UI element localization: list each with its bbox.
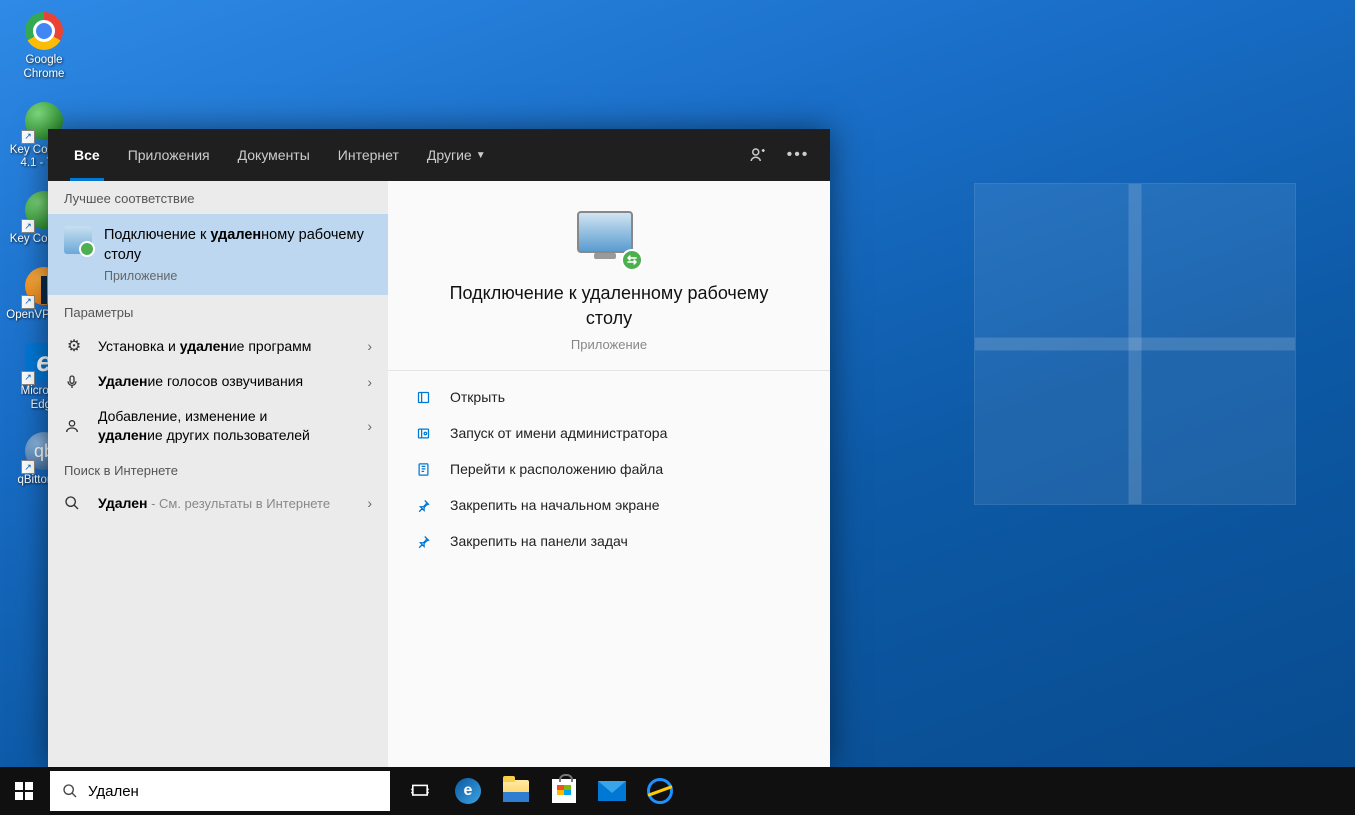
search-tabs: Все Приложения Документы Интернет Другие… [48, 129, 830, 181]
chevron-right-icon: › [367, 374, 372, 390]
rdp-large-icon: ⇆ [577, 211, 641, 265]
action-label: Запуск от имени администратора [450, 425, 667, 441]
setting-label: Удаление голосов озвучивания [98, 372, 353, 391]
detail-subtitle: Приложение [408, 337, 810, 352]
action-label: Перейти к расположению файла [450, 461, 663, 477]
action-label: Открыть [450, 389, 505, 405]
taskbar: e [0, 767, 1355, 815]
setting-label: Установка и удаление программ [98, 337, 353, 356]
section-settings: Параметры [48, 295, 388, 328]
taskbar-explorer[interactable] [492, 767, 540, 815]
rdp-icon [64, 226, 92, 254]
action-run-admin[interactable]: Запуск от имени администратора [388, 415, 830, 451]
setting-remove-voices[interactable]: Удаление голосов озвучивания › [48, 364, 388, 399]
tab-internet[interactable]: Интернет [324, 129, 413, 181]
search-icon [62, 783, 78, 799]
setting-install-uninstall[interactable]: ⚙ Установка и удаление программ › [48, 328, 388, 364]
open-icon [416, 390, 434, 405]
section-best-match: Лучшее соответствие [48, 181, 388, 214]
shield-icon [416, 426, 434, 441]
best-match-result[interactable]: Подключение к удаленному рабочему столу … [48, 214, 388, 295]
web-search-result[interactable]: Удален - См. результаты в Интернете › [48, 486, 388, 521]
taskbar-store[interactable] [540, 767, 588, 815]
pin-icon [416, 534, 434, 549]
search-icon [64, 495, 84, 511]
taskbar-edge[interactable]: e [444, 767, 492, 815]
desktop-icon-label: Google Chrome [6, 54, 82, 82]
action-label: Закрепить на начальном экране [450, 497, 660, 513]
chevron-down-icon: ▼ [476, 150, 486, 161]
action-file-location[interactable]: Перейти к расположению файла [388, 451, 830, 487]
tab-all[interactable]: Все [60, 129, 114, 181]
action-pin-taskbar[interactable]: Закрепить на панели задач [388, 523, 830, 559]
taskbar-ie[interactable] [636, 767, 684, 815]
desktop-icon-chrome[interactable]: Google Chrome [4, 10, 84, 82]
chevron-right-icon: › [367, 495, 372, 511]
task-view-button[interactable] [396, 767, 444, 815]
taskbar-mail[interactable] [588, 767, 636, 815]
more-icon[interactable]: ••• [778, 135, 818, 175]
tab-docs[interactable]: Документы [224, 129, 324, 181]
user-icon [64, 418, 84, 434]
web-label: Удален - См. результаты в Интернете [98, 494, 353, 513]
folder-icon [416, 462, 434, 477]
action-pin-start[interactable]: Закрепить на начальном экране [388, 487, 830, 523]
setting-label: Добавление, изменение иудаление других п… [98, 407, 353, 445]
action-open[interactable]: Открыть [388, 379, 830, 415]
detail-title: Подключение к удаленному рабочему столу [439, 281, 779, 331]
feedback-icon[interactable] [738, 135, 778, 175]
best-match-subtitle: Приложение [104, 269, 372, 283]
search-input[interactable] [88, 783, 378, 800]
setting-user-accounts[interactable]: Добавление, изменение иудаление других п… [48, 399, 388, 453]
chevron-right-icon: › [367, 338, 372, 354]
tab-apps[interactable]: Приложения [114, 129, 224, 181]
tab-other[interactable]: Другие▼ [413, 129, 500, 181]
taskbar-search[interactable] [50, 771, 390, 811]
best-match-title: Подключение к удаленному рабочему столу [104, 226, 372, 265]
search-detail-pane: ⇆ Подключение к удаленному рабочему стол… [388, 181, 830, 767]
search-results-list: Лучшее соответствие Подключение к удален… [48, 181, 388, 767]
chevron-right-icon: › [367, 418, 372, 434]
search-flyout: Все Приложения Документы Интернет Другие… [48, 129, 830, 767]
gear-icon: ⚙ [64, 336, 84, 356]
pin-icon [416, 498, 434, 513]
start-button[interactable] [0, 767, 48, 815]
section-web: Поиск в Интернете [48, 453, 388, 486]
action-label: Закрепить на панели задач [450, 533, 628, 549]
windows-logo-icon [15, 782, 33, 800]
microphone-icon [64, 374, 84, 390]
